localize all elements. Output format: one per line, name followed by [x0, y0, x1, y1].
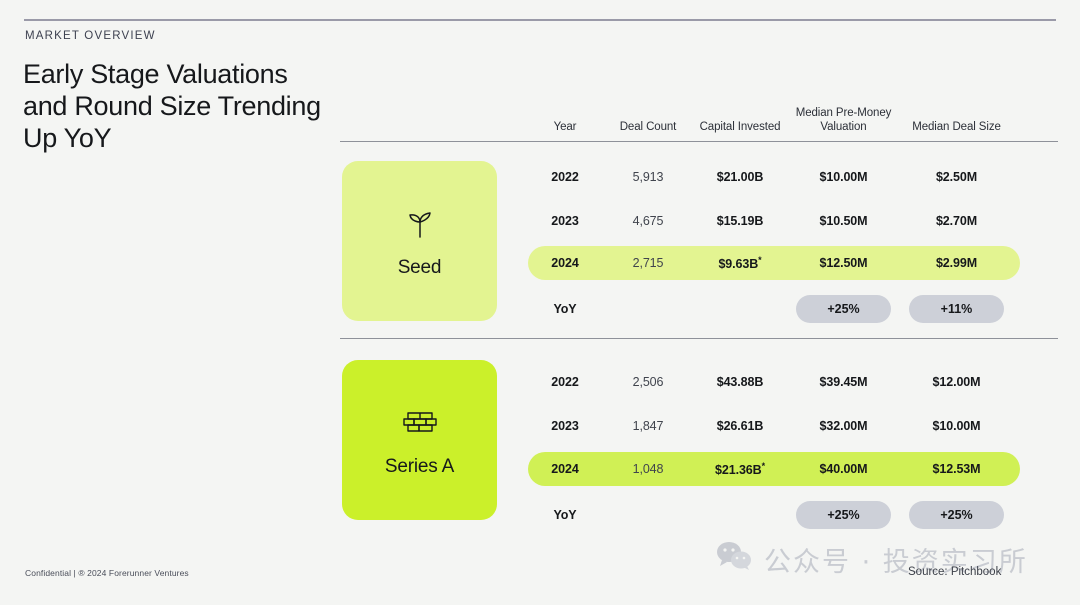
table-row: 2023 1,847 $26.61B $32.00M $10.00M: [528, 409, 1020, 443]
brick-wall-icon: [398, 402, 442, 446]
cell-deal-count: 4,675: [632, 214, 664, 228]
cell-capital-invested: $43.88B: [716, 375, 764, 389]
cell-median-deal-size: $2.50M: [935, 170, 978, 184]
stage-card-series-a: Series A: [342, 360, 497, 520]
table-row-yoy: YoY +25% +25%: [528, 498, 1020, 532]
stage-label-series-a: Series A: [384, 456, 455, 477]
table-row-highlighted: 2024 2,715 $9.63B* $12.50M $2.99M: [528, 246, 1020, 280]
cell-year: 2022: [551, 375, 579, 389]
cell-capital-invested: $9.63B*: [718, 254, 762, 272]
cell-yoy-label: YoY: [553, 302, 577, 316]
footnote-asterisk: *: [761, 460, 766, 471]
table-row-highlighted: 2024 1,048 $21.36B* $40.00M $12.53M: [528, 452, 1020, 486]
cell-median-pre-money: $10.50M: [819, 214, 868, 228]
cell-yoy-median-deal-size: +11%: [901, 295, 1012, 323]
cell-median-deal-size: $2.99M: [935, 256, 978, 270]
cell-median-pre-money: $39.45M: [819, 375, 868, 389]
cell-year: 2024: [551, 256, 579, 270]
yoy-badge: +11%: [909, 295, 1004, 323]
cell-capital-invested: $26.61B: [716, 419, 764, 433]
header-divider: [340, 141, 1058, 142]
cell-median-pre-money: $40.00M: [819, 462, 868, 476]
cell-deal-count: 5,913: [632, 170, 664, 184]
sprout-icon: [398, 203, 442, 247]
section-divider: [340, 338, 1058, 339]
confidential-footer: Confidential | ® 2024 Forerunner Venture…: [25, 568, 189, 578]
cell-deal-count: 2,506: [632, 375, 664, 389]
column-header-median-deal-size: Median Deal Size: [912, 121, 1001, 133]
cell-year: 2023: [551, 214, 579, 228]
eyebrow-label: MARKET OVERVIEW: [25, 30, 156, 42]
cell-capital-invested: $21.00B: [716, 170, 764, 184]
yoy-badge: +25%: [796, 501, 891, 529]
cell-median-pre-money: $32.00M: [819, 419, 868, 433]
wechat-icon: [716, 541, 752, 578]
cell-median-pre-money: $10.00M: [819, 170, 868, 184]
column-header-year: Year: [553, 121, 577, 133]
cell-year: 2024: [551, 462, 579, 476]
source-note: Source: Pitchbook: [908, 566, 1002, 578]
cell-median-deal-size: $12.53M: [932, 462, 981, 476]
top-rule: [24, 19, 1056, 21]
cell-median-pre-money: $12.50M: [819, 256, 868, 270]
stage-label-seed: Seed: [397, 257, 442, 278]
stage-card-seed: Seed: [342, 161, 497, 321]
yoy-badge: +25%: [796, 295, 891, 323]
column-header-deal-count: Deal Count: [619, 121, 677, 133]
table-header-row: Year Deal Count Capital Invested Median …: [528, 94, 1020, 134]
table-row: 2022 5,913 $21.00B $10.00M $2.50M: [528, 160, 1020, 194]
cell-yoy-median-pre-money: +25%: [786, 295, 901, 323]
cell-year: 2023: [551, 419, 579, 433]
column-header-median-pre-money: Median Pre-Money Valuation: [795, 107, 892, 133]
cell-median-deal-size: $12.00M: [932, 375, 981, 389]
cell-median-deal-size: $2.70M: [935, 214, 978, 228]
table-row-yoy: YoY +25% +11%: [528, 292, 1020, 326]
cell-yoy-median-deal-size: +25%: [901, 501, 1012, 529]
column-header-capital-invested: Capital Invested: [699, 121, 781, 133]
cell-yoy-median-pre-money: +25%: [786, 501, 901, 529]
table-row: 2023 4,675 $15.19B $10.50M $2.70M: [528, 204, 1020, 238]
footnote-asterisk: *: [758, 254, 762, 265]
cell-capital-invested: $15.19B: [716, 214, 764, 228]
cell-year: 2022: [551, 170, 579, 184]
page-title: Early Stage Valuations and Round Size Tr…: [23, 59, 321, 153]
cell-capital-invested: $21.36B*: [715, 460, 766, 478]
yoy-badge: +25%: [909, 501, 1004, 529]
cell-median-deal-size: $10.00M: [932, 419, 981, 433]
cell-yoy-label: YoY: [553, 508, 577, 522]
cell-deal-count: 1,847: [632, 419, 664, 433]
cell-deal-count: 1,048: [632, 462, 664, 476]
cell-deal-count: 2,715: [632, 256, 664, 270]
table-row: 2022 2,506 $43.88B $39.45M $12.00M: [528, 365, 1020, 399]
